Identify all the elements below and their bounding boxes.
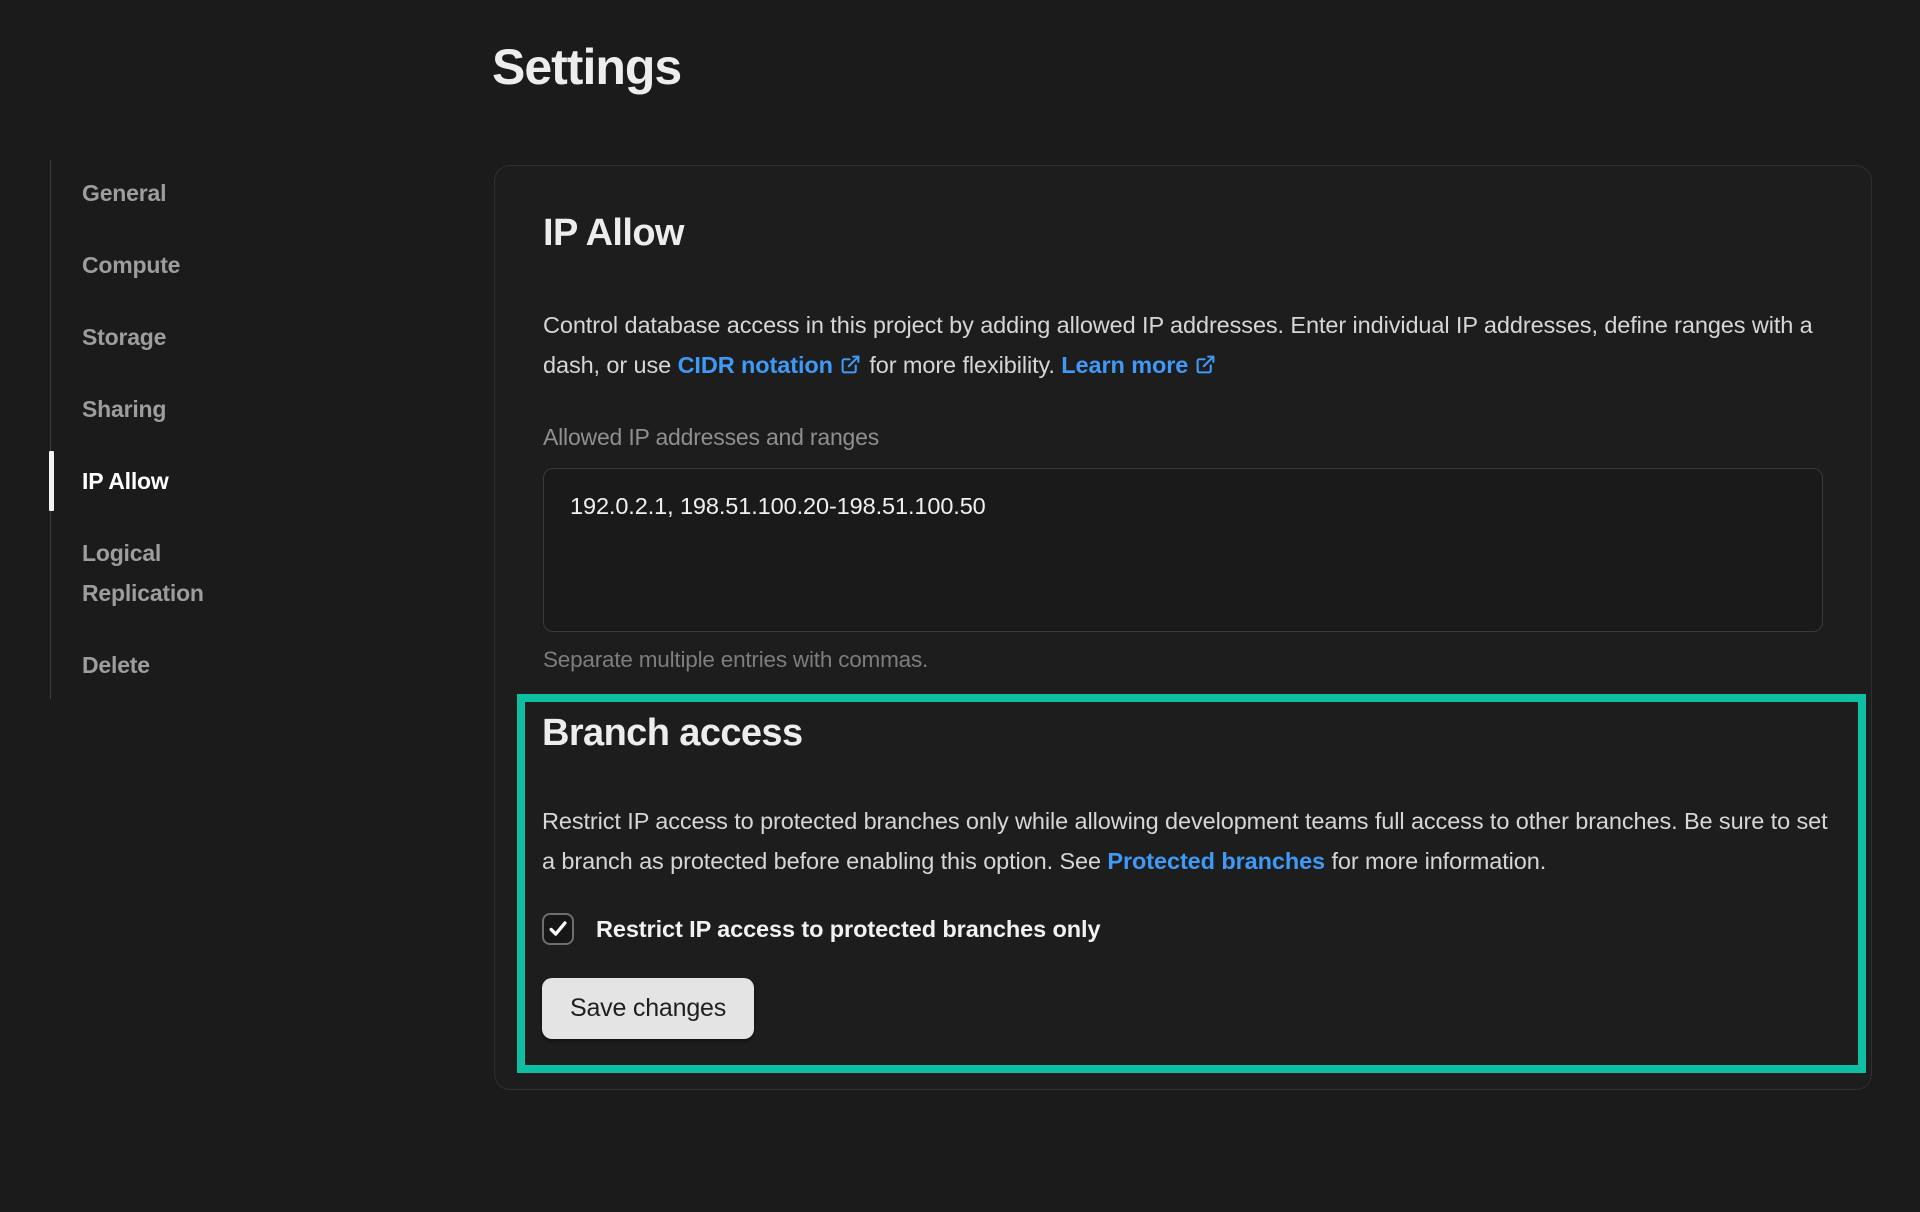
- sidebar-item-delete[interactable]: Delete: [82, 645, 242, 685]
- external-link-icon: [840, 354, 861, 375]
- branch-access-description-text-2: for more information.: [1325, 848, 1546, 874]
- restrict-ip-checkbox[interactable]: [542, 913, 574, 945]
- page-title: Settings: [492, 38, 681, 96]
- checkmark-icon: [547, 918, 569, 940]
- allowed-ip-input[interactable]: 192.0.2.1, 198.51.100.20-198.51.100.50: [543, 468, 1823, 632]
- branch-access-highlight-box: Branch access Restrict IP access to prot…: [517, 694, 1866, 1073]
- allowed-ip-field-helper: Separate multiple entries with commas.: [543, 645, 1823, 675]
- sidebar-item-compute[interactable]: Compute: [82, 245, 242, 285]
- sidebar-nav-list: General Compute Storage Sharing IP Allow…: [50, 160, 270, 699]
- protected-branches-link[interactable]: Protected branches: [1107, 848, 1325, 874]
- restrict-ip-checkbox-row: Restrict IP access to protected branches…: [542, 913, 1838, 945]
- allowed-ip-field-label: Allowed IP addresses and ranges: [543, 422, 1823, 452]
- sidebar-item-sharing[interactable]: Sharing: [82, 389, 242, 429]
- external-link-icon: [1195, 354, 1216, 375]
- sidebar-item-storage[interactable]: Storage: [82, 317, 242, 357]
- sidebar-item-general[interactable]: General: [82, 173, 242, 213]
- settings-sidebar: General Compute Storage Sharing IP Allow…: [50, 160, 410, 699]
- cidr-notation-link[interactable]: CIDR notation: [678, 352, 863, 378]
- cidr-notation-link-label: CIDR notation: [678, 352, 833, 378]
- sidebar-item-logical-replication[interactable]: Logical Replication: [82, 533, 242, 613]
- branch-access-heading: Branch access: [542, 710, 1838, 756]
- ip-allow-description-text-2: for more flexibility.: [863, 352, 1061, 378]
- learn-more-link[interactable]: Learn more: [1061, 352, 1218, 378]
- restrict-ip-checkbox-label[interactable]: Restrict IP access to protected branches…: [596, 916, 1100, 943]
- save-changes-button[interactable]: Save changes: [542, 978, 754, 1039]
- learn-more-link-label: Learn more: [1061, 352, 1188, 378]
- sidebar-item-ip-allow[interactable]: IP Allow: [82, 461, 242, 501]
- protected-branches-link-label: Protected branches: [1107, 848, 1325, 874]
- ip-allow-heading: IP Allow: [543, 210, 1823, 256]
- ip-allow-description: Control database access in this project …: [543, 306, 1823, 385]
- branch-access-description: Restrict IP access to protected branches…: [542, 802, 1838, 881]
- ip-allow-settings-card: IP Allow Control database access in this…: [494, 165, 1872, 1090]
